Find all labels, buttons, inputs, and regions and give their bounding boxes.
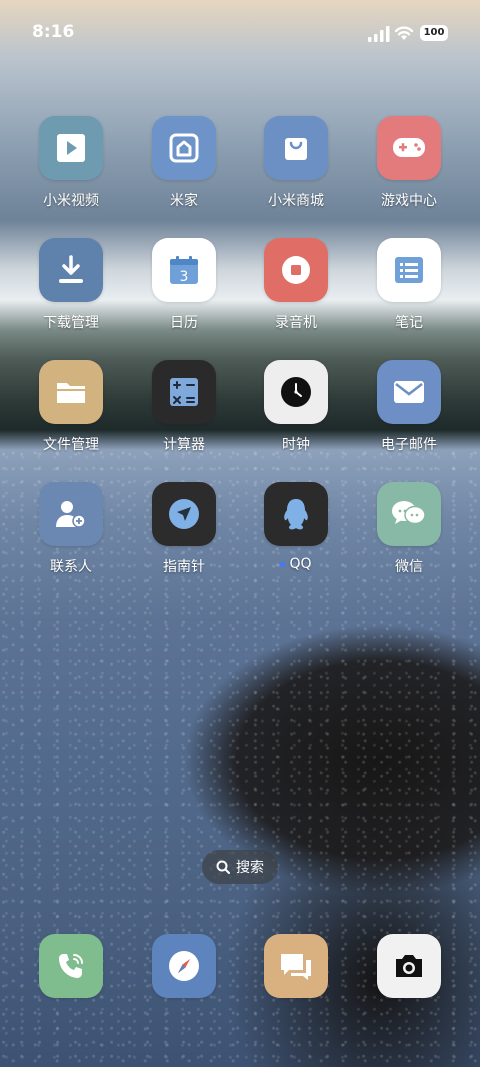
record-icon [264,238,328,302]
app-label: 计算器 [163,437,205,453]
app-label: 文件管理 [43,437,99,453]
search-button[interactable]: 搜索 [202,850,278,884]
app-label: 电子邮件 [381,437,437,453]
dock-phone[interactable] [23,934,119,998]
download-icon [39,238,103,302]
mail-icon [377,360,441,424]
chat-bubbles-icon [377,482,441,546]
app-label: 笔记 [395,315,423,331]
app-label: QQ [248,556,344,572]
phone-icon [39,934,103,998]
camera-icon [377,934,441,998]
contact-icon [39,482,103,546]
app-label: 录音机 [275,315,317,331]
app-game-center[interactable]: 游戏中心 [361,116,457,210]
compass-arrow-icon [152,482,216,546]
app-contacts[interactable]: 联系人 [23,482,119,576]
status-time: 8:16 [32,22,75,42]
app-label: 米家 [170,193,198,209]
app-label-text: QQ [289,556,312,572]
app-email[interactable]: 电子邮件 [361,360,457,454]
search-icon [216,860,230,874]
app-label: 指南针 [163,559,205,575]
app-recorder[interactable]: 录音机 [248,238,344,332]
app-mi-video[interactable]: 小米视频 [23,116,119,210]
dock-camera[interactable] [361,934,457,998]
calculator-icon [152,360,216,424]
status-bar: 8:16 100 [0,0,480,68]
app-label: 小米视频 [43,193,99,209]
app-qq[interactable]: QQ [248,482,344,572]
battery-indicator: 100 [420,25,448,41]
app-mijia[interactable]: 米家 [136,116,232,210]
app-notes[interactable]: 笔记 [361,238,457,332]
app-downloads[interactable]: 下载管理 [23,238,119,332]
app-label: 下载管理 [43,315,99,331]
app-clock[interactable]: 时钟 [248,360,344,454]
calendar-day: 3 [180,269,189,285]
notes-icon [377,238,441,302]
app-label: 小米商城 [268,193,324,209]
folder-icon [39,360,103,424]
wifi-icon [394,26,414,40]
app-label: 时钟 [282,437,310,453]
app-label: 联系人 [50,559,92,575]
messages-icon [264,934,328,998]
app-compass[interactable]: 指南针 [136,482,232,576]
shopping-bag-icon [264,116,328,180]
calendar-icon: 3 [152,238,216,302]
dock-messages[interactable] [248,934,344,998]
app-label: 游戏中心 [381,193,437,209]
new-app-dot [280,561,286,567]
play-icon [39,116,103,180]
home-icon [152,116,216,180]
search-label: 搜索 [236,860,264,876]
gamepad-icon [377,116,441,180]
signal-icon [368,26,390,42]
qq-penguin-icon [264,482,328,546]
dock-browser[interactable] [136,934,232,998]
app-calendar[interactable]: 3 日历 [136,238,232,332]
app-label: 微信 [395,559,423,575]
app-wechat[interactable]: 微信 [361,482,457,576]
app-label: 日历 [170,315,198,331]
app-mi-store[interactable]: 小米商城 [248,116,344,210]
app-calculator[interactable]: 计算器 [136,360,232,454]
app-file-manager[interactable]: 文件管理 [23,360,119,454]
clock-icon [264,360,328,424]
browser-compass-icon [152,934,216,998]
